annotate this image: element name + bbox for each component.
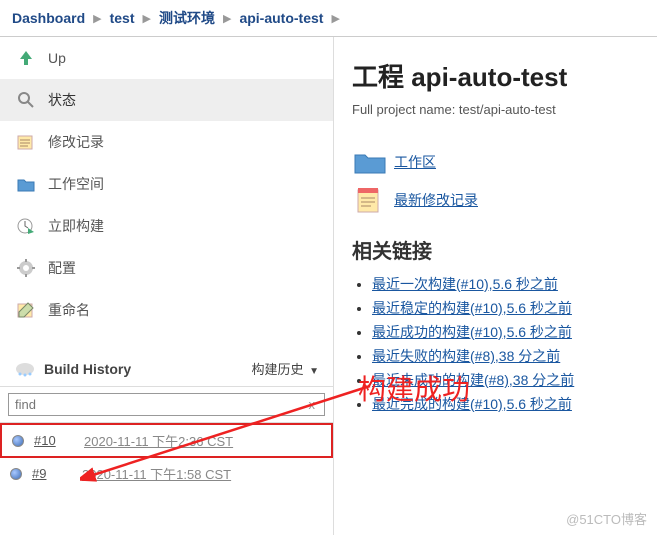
status-ball-icon xyxy=(12,435,24,447)
sidebar-item-label: 配置 xyxy=(48,258,76,278)
build-row[interactable]: #9 2020-11-11 下午1:58 CST xyxy=(0,458,333,489)
find-input-wrap: x xyxy=(8,393,325,416)
build-number-link[interactable]: #10 xyxy=(34,433,66,448)
chevron-right-icon: ▶ xyxy=(331,12,339,25)
sidebar-item-label: 状态 xyxy=(48,90,76,110)
sidebar-item-build-now[interactable]: 立即构建 xyxy=(0,205,333,247)
sidebar-item-workspace[interactable]: 工作空间 xyxy=(0,163,333,205)
sidebar-item-rename[interactable]: 重命名 xyxy=(0,289,333,331)
page-title: 工程 api-auto-test xyxy=(352,57,639,94)
build-row[interactable]: #10 2020-11-11 下午2:36 CST xyxy=(0,423,333,458)
sidebar-item-label: Up xyxy=(48,50,66,66)
build-timestamp-link[interactable]: 2020-11-11 下午1:58 CST xyxy=(82,464,231,483)
breadcrumb-link[interactable]: test xyxy=(110,10,135,26)
sidebar-item-label: 立即构建 xyxy=(48,216,104,236)
chevron-down-icon: ▼ xyxy=(309,366,319,377)
weather-icon xyxy=(14,360,36,378)
folder-icon xyxy=(14,173,38,195)
breadcrumb: Dashboard ▶ test ▶ 测试环境 ▶ api-auto-test ▶ xyxy=(0,0,657,37)
related-link[interactable]: 最近失败的构建(#8),38 分之前 xyxy=(372,348,560,364)
action-changes[interactable]: 最新修改记录 xyxy=(352,185,639,215)
gear-icon xyxy=(14,257,38,279)
action-workspace[interactable]: 工作区 xyxy=(352,147,639,177)
sidebar-item-label: 重命名 xyxy=(48,300,90,320)
main-content: 工程 api-auto-test Full project name: test… xyxy=(334,37,657,535)
clear-icon[interactable]: x xyxy=(306,397,319,412)
sidebar-item-up[interactable]: Up xyxy=(0,37,333,79)
related-link[interactable]: 最近一次构建(#10),5.6 秒之前 xyxy=(372,276,558,292)
chevron-right-icon: ▶ xyxy=(93,12,101,25)
notepad-icon xyxy=(352,185,388,215)
sidebar-item-changes[interactable]: 修改记录 xyxy=(0,121,333,163)
build-history-panel: Build History 构建历史 ▼ x #10 2020-11-11 下午… xyxy=(0,351,333,489)
related-link[interactable]: 最近完成的构建(#10),5.6 秒之前 xyxy=(372,396,572,412)
sidebar-item-label: 工作空间 xyxy=(48,174,104,194)
find-input[interactable] xyxy=(15,397,306,412)
notepad-icon xyxy=(14,131,38,153)
build-number-link[interactable]: #9 xyxy=(32,466,64,481)
status-ball-icon xyxy=(10,468,22,480)
related-links-heading: 相关链接 xyxy=(352,235,639,264)
action-changes-link[interactable]: 最新修改记录 xyxy=(394,190,478,210)
arrow-up-icon xyxy=(14,47,38,69)
breadcrumb-link[interactable]: api-auto-test xyxy=(239,10,323,26)
related-link[interactable]: 最近未成功的构建(#8),38 分之前 xyxy=(372,372,574,388)
sidebar-item-label: 修改记录 xyxy=(48,132,104,152)
clock-play-icon xyxy=(14,215,38,237)
search-icon xyxy=(14,89,38,111)
build-history-toggle[interactable]: 构建历史 ▼ xyxy=(251,359,319,378)
sidebar-item-status[interactable]: 状态 xyxy=(0,79,333,121)
breadcrumb-link[interactable]: 测试环境 xyxy=(159,8,215,28)
project-full-name: Full project name: test/api-auto-test xyxy=(352,102,639,117)
sidebar-item-configure[interactable]: 配置 xyxy=(0,247,333,289)
related-link[interactable]: 最近稳定的构建(#10),5.6 秒之前 xyxy=(372,300,572,316)
sidebar: Up 状态 修改记录 工作空间 立即构建 配置 xyxy=(0,37,334,535)
build-history-title: Build History xyxy=(44,361,131,377)
breadcrumb-link[interactable]: Dashboard xyxy=(12,10,85,26)
chevron-right-icon: ▶ xyxy=(143,12,151,25)
related-link[interactable]: 最近成功的构建(#10),5.6 秒之前 xyxy=(372,324,572,340)
edit-icon xyxy=(14,299,38,321)
related-links-list: 最近一次构建(#10),5.6 秒之前 最近稳定的构建(#10),5.6 秒之前… xyxy=(372,274,639,414)
folder-icon xyxy=(352,147,388,177)
action-workspace-link[interactable]: 工作区 xyxy=(394,152,436,172)
chevron-right-icon: ▶ xyxy=(223,12,231,25)
build-timestamp-link[interactable]: 2020-11-11 下午2:36 CST xyxy=(84,431,233,450)
